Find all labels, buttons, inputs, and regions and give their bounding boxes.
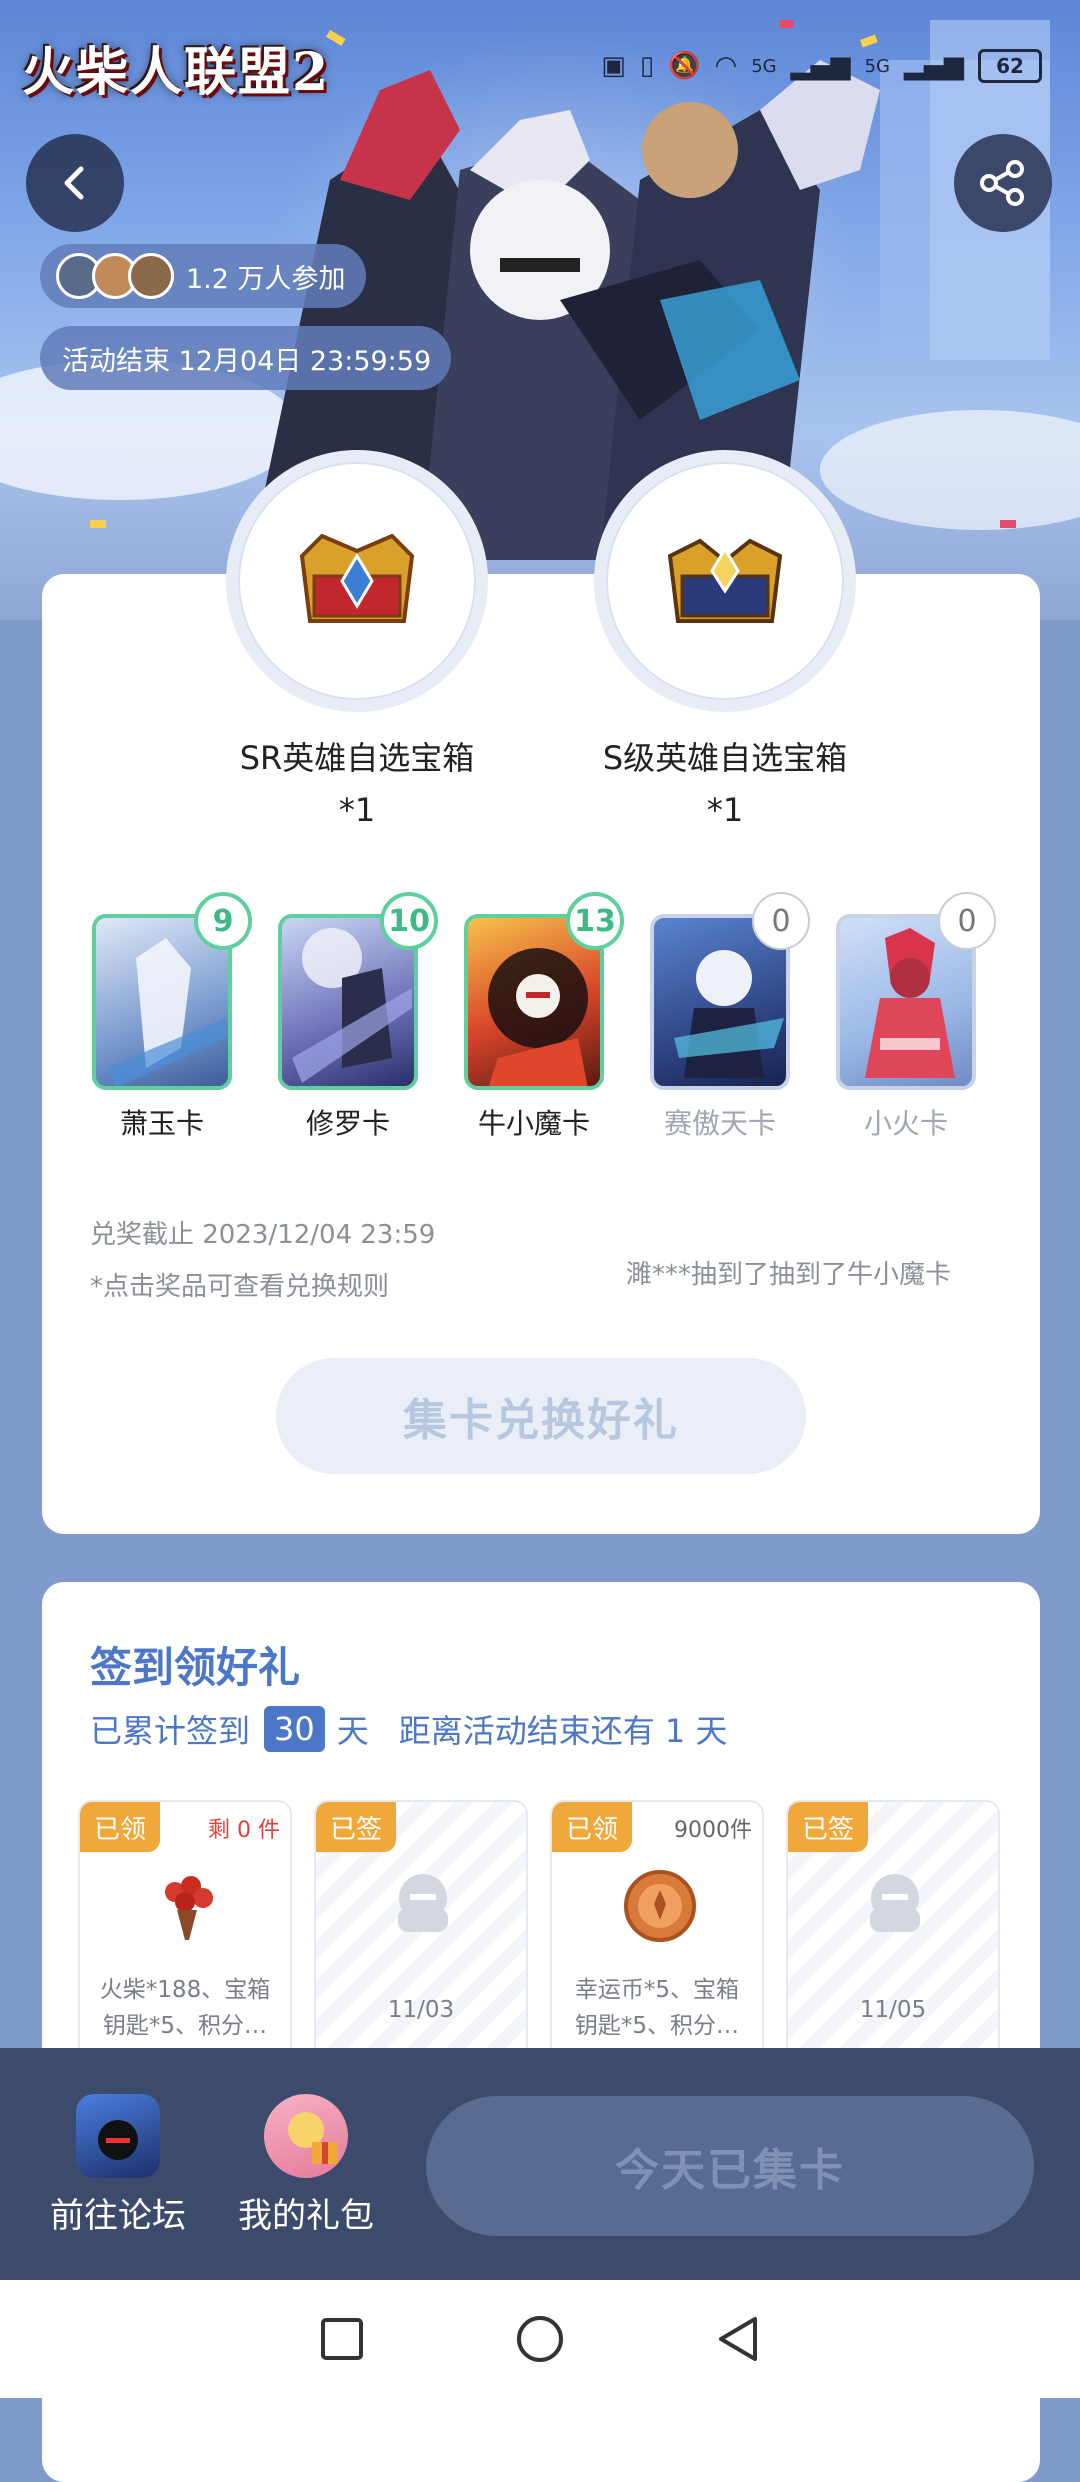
card-label: 萧玉卡 bbox=[119, 1107, 204, 1140]
rule-hint[interactable]: *点击奖品可查看兑换规则 bbox=[90, 1266, 389, 1303]
home-icon[interactable] bbox=[515, 2314, 565, 2364]
mascot-placeholder-icon bbox=[398, 1874, 448, 1932]
tile-stock: 剩 0 件 bbox=[208, 1818, 280, 1843]
collect-card-xiaoyu[interactable]: 9 萧玉卡 bbox=[92, 892, 252, 1142]
status-bar: ▣ ▯ 🔕 ◠ 5G ▂▄▆ 5G ▂▄▆ 62 bbox=[601, 46, 1042, 86]
prize-s-label[interactable]: S级英雄自选宝箱 *1 bbox=[545, 732, 905, 836]
system-navigation-bar bbox=[0, 2280, 1080, 2398]
card-count-badge: 9 bbox=[194, 892, 252, 950]
tile-date: 11/03 bbox=[387, 1997, 455, 2023]
signin-tile[interactable]: 已签 11/03 bbox=[314, 1800, 528, 2060]
signin-tile[interactable]: 已领 9000件 幸运币*5、宝箱钥匙*5、积分… bbox=[550, 1800, 764, 2060]
forum-link[interactable]: 前往论坛 bbox=[38, 2094, 198, 2237]
card-count-badge: 10 bbox=[380, 892, 438, 950]
back-button[interactable] bbox=[26, 134, 124, 232]
collect-card-xiaohuo[interactable]: 0 小火卡 bbox=[836, 892, 996, 1142]
tile-date: 11/05 bbox=[859, 1997, 927, 2023]
signin-prefix: 已累计签到 bbox=[90, 1712, 251, 1750]
prize-card: SR英雄自选宝箱 *1 S级英雄自选宝箱 *1 9 萧玉卡 10 修罗卡 13 … bbox=[42, 450, 1040, 1534]
signin-tile[interactable]: 已签 11/05 bbox=[786, 1800, 1000, 2060]
prize-sr-name: SR英雄自选宝箱 bbox=[239, 739, 475, 777]
back-triangle-icon[interactable] bbox=[715, 2314, 761, 2364]
tile-status-tag: 已签 bbox=[316, 1802, 396, 1852]
forum-label: 前往论坛 bbox=[50, 2196, 186, 2236]
my-gifts-label: 我的礼包 bbox=[238, 2196, 374, 2236]
bouquet-icon bbox=[165, 1876, 213, 1940]
nfc-icon: ▣ bbox=[601, 51, 626, 81]
prize-s-name: S级英雄自选宝箱 bbox=[602, 739, 848, 777]
my-gifts-link[interactable]: 我的礼包 bbox=[226, 2094, 386, 2237]
tile-reward-text: 火柴*188、宝箱钥匙*5、积分… bbox=[99, 1977, 271, 2039]
participants-pill: 1.2 万人参加 bbox=[40, 244, 366, 308]
card-count-badge: 0 bbox=[752, 892, 810, 950]
card-label: 修罗卡 bbox=[305, 1107, 390, 1140]
prize-sr-qty: *1 bbox=[338, 791, 376, 829]
tile-status-tag: 已领 bbox=[552, 1802, 632, 1852]
prize-sr-chest[interactable] bbox=[226, 450, 488, 712]
lucky-coin-icon bbox=[624, 1870, 696, 1942]
prize-s-qty: *1 bbox=[706, 791, 744, 829]
collect-card-niuxiaomo[interactable]: 13 牛小魔卡 bbox=[464, 892, 624, 1142]
recent-apps-icon[interactable] bbox=[319, 2316, 365, 2362]
share-icon bbox=[980, 160, 1024, 206]
mute-icon: 🔕 bbox=[668, 51, 701, 81]
card-label: 牛小魔卡 bbox=[477, 1107, 590, 1140]
signal-icon-2: ▂▄▆ bbox=[904, 51, 964, 81]
participants-count: 1.2 万人参加 bbox=[186, 263, 346, 295]
hero-banner: 火柴人联盟2 ▣ ▯ 🔕 ◠ 5G ▂▄▆ 5G ▂▄▆ 62 1.2 万人参加 bbox=[0, 0, 1080, 620]
tile-reward-text: 幸运币*5、宝箱钥匙*5、积分… bbox=[574, 1977, 740, 2039]
card-label: 赛傲天卡 bbox=[663, 1107, 776, 1140]
card-label: 小火卡 bbox=[863, 1107, 948, 1140]
signin-tile[interactable]: 已领 剩 0 件 火柴*188、宝箱钥匙*5、积分… bbox=[78, 1800, 292, 2060]
wifi-icon: ◠ bbox=[714, 51, 738, 81]
bottom-action-bar: 前往论坛 我的礼包 今天已集卡 bbox=[0, 2048, 1080, 2280]
prize-sr-label[interactable]: SR英雄自选宝箱 *1 bbox=[177, 732, 537, 836]
share-button[interactable] bbox=[954, 134, 1052, 232]
tile-status-tag: 已领 bbox=[80, 1802, 160, 1852]
event-end-time: 活动结束 12月04日 23:59:59 bbox=[40, 326, 452, 390]
signal-icon: ▂▄▆ bbox=[790, 51, 851, 81]
signin-summary: 已累计签到 30 天 距离活动结束还有 1 天 bbox=[90, 1706, 727, 1752]
gift-bag-icon bbox=[264, 2094, 348, 2178]
vibrate-icon: ▯ bbox=[639, 51, 655, 81]
network-type-1: 5G bbox=[751, 55, 777, 77]
tile-status-tag: 已签 bbox=[788, 1802, 868, 1852]
signin-remaining: 距离活动结束还有 1 天 bbox=[398, 1712, 728, 1750]
card-count-badge: 0 bbox=[938, 892, 996, 950]
battery-icon: 62 bbox=[978, 49, 1042, 83]
signin-days: 30 bbox=[264, 1706, 325, 1752]
participant-avatars bbox=[56, 253, 174, 299]
collect-card-saiaotian[interactable]: 0 赛傲天卡 bbox=[650, 892, 810, 1142]
prize-s-chest[interactable] bbox=[594, 450, 856, 712]
treasure-chest-icon bbox=[299, 533, 415, 623]
signin-unit: 天 bbox=[336, 1712, 369, 1750]
game-logo: 火柴人联盟2 bbox=[22, 42, 331, 103]
card-count-badge: 13 bbox=[566, 892, 624, 950]
chevron-left-icon bbox=[64, 166, 84, 200]
network-type-2: 5G bbox=[864, 55, 890, 77]
treasure-chest-icon bbox=[667, 538, 783, 623]
signin-title: 签到领好礼 bbox=[90, 1643, 301, 1692]
collect-card-xiuluo[interactable]: 10 修罗卡 bbox=[278, 892, 438, 1142]
winner-ticker: 濉***抽到了抽到了牛小魔卡 bbox=[626, 1260, 952, 1290]
redeem-deadline: 兑奖截止 2023/12/04 23:59 bbox=[90, 1220, 436, 1250]
mascot-placeholder-icon bbox=[870, 1874, 920, 1932]
forum-icon bbox=[76, 2094, 160, 2178]
end-time-text: 活动结束 12月04日 23:59:59 bbox=[62, 345, 432, 377]
avatar bbox=[128, 253, 174, 299]
exchange-button[interactable]: 集卡兑换好礼 bbox=[276, 1358, 806, 1474]
tile-stock: 9000件 bbox=[674, 1818, 752, 1843]
collected-today-button[interactable]: 今天已集卡 bbox=[426, 2096, 1034, 2236]
